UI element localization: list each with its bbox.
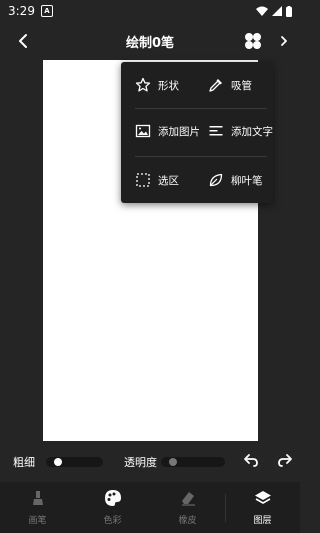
menu-divider (135, 108, 267, 109)
nav-label: 色彩 (103, 516, 122, 526)
star-icon (135, 77, 151, 92)
nav-item-brush[interactable]: 画笔 (0, 482, 75, 533)
leaf-icon (209, 173, 223, 187)
menu-item-selection[interactable]: 选区 (135, 167, 179, 193)
undo-icon[interactable] (242, 452, 260, 470)
status-bar: 3:29 A (0, 0, 300, 22)
tools-popup-menu: 形状 吸管 添加图片 添加文字 选区 柳叶笔 (121, 62, 273, 203)
chevron-right-icon[interactable] (276, 31, 292, 51)
layers-icon (253, 488, 273, 508)
status-icons (256, 5, 292, 17)
text-lines-icon (209, 126, 223, 136)
redo-icon[interactable] (276, 452, 294, 470)
palette-icon (103, 488, 123, 508)
menu-item-label: 添加图片 (158, 125, 200, 138)
nav-label: 图层 (253, 516, 272, 526)
status-left: 3:29 A (8, 4, 53, 18)
notification-icon: A (40, 5, 53, 17)
menu-item-label: 添加文字 (231, 125, 273, 138)
menu-item-label: 形状 (158, 79, 179, 92)
menu-item-label: 柳叶笔 (231, 174, 263, 187)
thickness-slider[interactable] (46, 457, 103, 467)
title-bar: 绘制0笔 (0, 26, 300, 56)
menu-item-eyedropper[interactable]: 吸管 (208, 72, 252, 98)
nav-label: 橡皮 (178, 516, 197, 526)
opacity-slider-thumb[interactable] (169, 458, 177, 466)
menu-item-add-image[interactable]: 添加图片 (135, 118, 200, 144)
image-icon (135, 124, 151, 138)
menu-item-shape[interactable]: 形状 (135, 72, 179, 98)
opacity-slider[interactable] (161, 457, 225, 467)
menu-item-label: 吸管 (231, 79, 252, 92)
nav-item-color[interactable]: 色彩 (75, 482, 150, 533)
nav-label: 画笔 (28, 516, 47, 526)
menu-item-label: 选区 (158, 174, 179, 187)
battery-icon (286, 5, 292, 17)
menu-divider (135, 156, 267, 157)
nav-item-layers[interactable]: 图层 (225, 482, 300, 533)
thickness-slider-thumb[interactable] (54, 458, 62, 466)
menu-item-add-text[interactable]: 添加文字 (208, 118, 273, 144)
selection-icon (136, 173, 150, 187)
opacity-label: 透明度 (124, 456, 157, 469)
thickness-label: 粗细 (13, 456, 35, 469)
status-time: 3:29 (8, 4, 35, 18)
wifi-icon (256, 6, 268, 16)
nav-item-eraser[interactable]: 橡皮 (150, 482, 225, 533)
eraser-icon (178, 488, 198, 508)
apps-icon[interactable] (243, 31, 263, 51)
brush-icon (28, 488, 48, 508)
brush-controls: 粗细 透明度 (0, 450, 300, 474)
bottom-nav: 画笔 色彩 橡皮 图层 (0, 482, 300, 533)
menu-item-leaf-pen[interactable]: 柳叶笔 (208, 167, 263, 193)
eyedropper-icon (209, 79, 222, 92)
signal-icon (272, 6, 282, 16)
